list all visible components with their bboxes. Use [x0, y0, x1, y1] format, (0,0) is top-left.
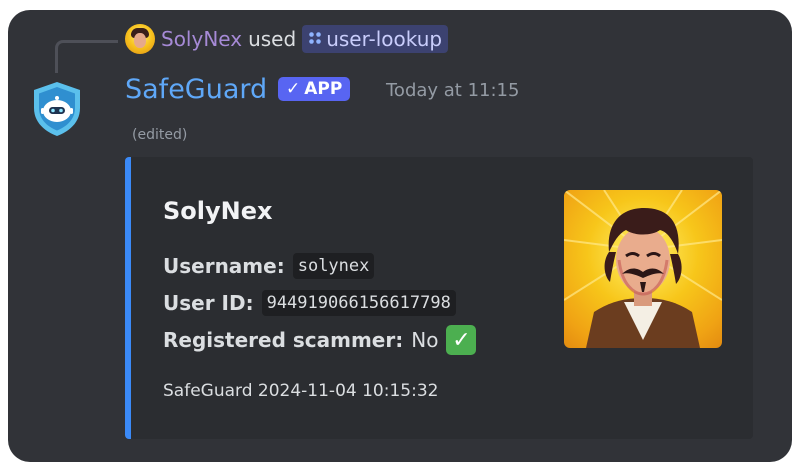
slash-command-chip[interactable]: user-lookup — [302, 25, 449, 53]
reply-used-text: used — [248, 27, 297, 51]
field-value-code: 944919066156617798 — [261, 290, 456, 316]
embed-card: SolyNex Username: solynex User ID: 94491… — [125, 157, 753, 439]
reply-reference[interactable]: SolyNex used user-lookup — [125, 24, 449, 54]
field-label: User ID: — [163, 291, 254, 315]
reply-user-avatar[interactable] — [125, 24, 155, 54]
user-avatar-image[interactable] — [564, 190, 722, 348]
check-icon: ✓ — [286, 79, 301, 99]
field-registered-scammer: Registered scammer: No ✓ — [163, 325, 477, 355]
field-user-id: User ID: 944919066156617798 — [163, 290, 456, 316]
field-label: Username: — [163, 254, 285, 278]
command-name: user-lookup — [326, 27, 443, 51]
message-container: SolyNex used user-lookup SafeGuard ✓ APP… — [8, 10, 792, 462]
field-value-code: solynex — [292, 253, 375, 279]
green-check-icon: ✓ — [446, 325, 477, 355]
reply-connector — [55, 40, 118, 73]
embed-title: SolyNex — [163, 197, 273, 225]
field-username: Username: solynex — [163, 253, 375, 279]
app-badge: ✓ APP — [278, 77, 351, 101]
slash-command-icon — [308, 30, 322, 49]
bot-avatar[interactable] — [26, 78, 88, 140]
app-badge-label: APP — [304, 79, 343, 99]
author-name[interactable]: SafeGuard — [125, 74, 267, 105]
message-timestamp[interactable]: Today at 11:15 — [386, 80, 519, 101]
field-value: No — [411, 328, 439, 352]
reply-username[interactable]: SolyNex — [161, 27, 242, 51]
shield-robot-icon — [34, 82, 80, 136]
avatar-face — [134, 33, 146, 48]
embed-footer: SafeGuard 2024-11-04 10:15:32 — [163, 381, 439, 401]
edited-indicator: (edited) — [132, 127, 188, 143]
field-label: Registered scammer: — [163, 328, 404, 352]
user-portrait-illustration — [564, 190, 722, 348]
